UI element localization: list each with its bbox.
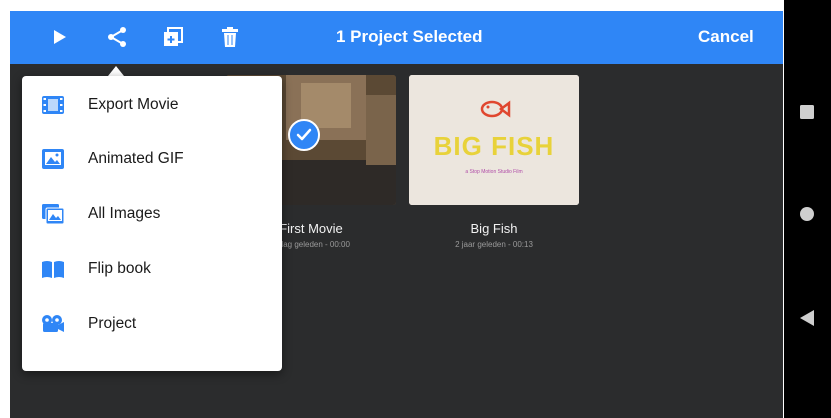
play-icon[interactable] bbox=[48, 25, 72, 49]
menu-item-flip-book[interactable]: Flip book bbox=[22, 244, 282, 294]
selected-check-badge bbox=[288, 119, 320, 151]
trash-icon[interactable] bbox=[218, 25, 242, 49]
menu-item-animated-gif[interactable]: Animated GIF bbox=[22, 134, 282, 184]
menu-item-label: Flip book bbox=[88, 260, 151, 277]
selection-count-title: 1 Project Selected bbox=[336, 27, 483, 46]
big-fish-thumb-title: BIG FISH bbox=[434, 131, 555, 161]
project-thumbnail: BIG FISH a Stop Motion Studio Film bbox=[409, 75, 579, 205]
project-icon bbox=[41, 312, 65, 336]
images-icon bbox=[41, 202, 65, 226]
project-card-big-fish[interactable]: BIG FISH a Stop Motion Studio Film bbox=[409, 75, 579, 205]
back-triangle-icon[interactable] bbox=[799, 309, 815, 327]
menu-item-label: Animated GIF bbox=[88, 150, 184, 167]
home-circle-icon[interactable] bbox=[799, 206, 815, 222]
duplicate-icon[interactable] bbox=[161, 25, 185, 49]
gif-image-icon bbox=[41, 147, 65, 171]
top-toolbar: 1 Project Selected Cancel bbox=[10, 11, 783, 64]
book-icon bbox=[41, 257, 65, 281]
project-meta-big-fish: 2 jaar geleden - 00:13 bbox=[455, 240, 533, 249]
recents-square-icon[interactable] bbox=[799, 104, 815, 120]
menu-item-export-movie[interactable]: Export Movie bbox=[22, 80, 282, 130]
menu-item-project[interactable]: Project bbox=[22, 299, 282, 349]
share-menu: Export Movie Animated GIF All Images Fli… bbox=[22, 76, 282, 371]
menu-item-label: Export Movie bbox=[88, 96, 179, 113]
big-fish-thumb-subtitle: a Stop Motion Studio Film bbox=[465, 169, 522, 175]
share-icon[interactable] bbox=[105, 25, 129, 49]
checkmark-icon bbox=[296, 128, 312, 141]
system-nav-bar bbox=[784, 0, 831, 418]
menu-item-label: All Images bbox=[88, 205, 161, 222]
menu-item-label: Project bbox=[88, 315, 137, 332]
film-icon bbox=[41, 93, 65, 117]
project-title-big-fish: Big Fish bbox=[470, 221, 518, 236]
menu-pointer bbox=[108, 66, 124, 76]
cancel-button[interactable]: Cancel bbox=[698, 27, 754, 47]
menu-item-all-images[interactable]: All Images bbox=[22, 189, 282, 239]
